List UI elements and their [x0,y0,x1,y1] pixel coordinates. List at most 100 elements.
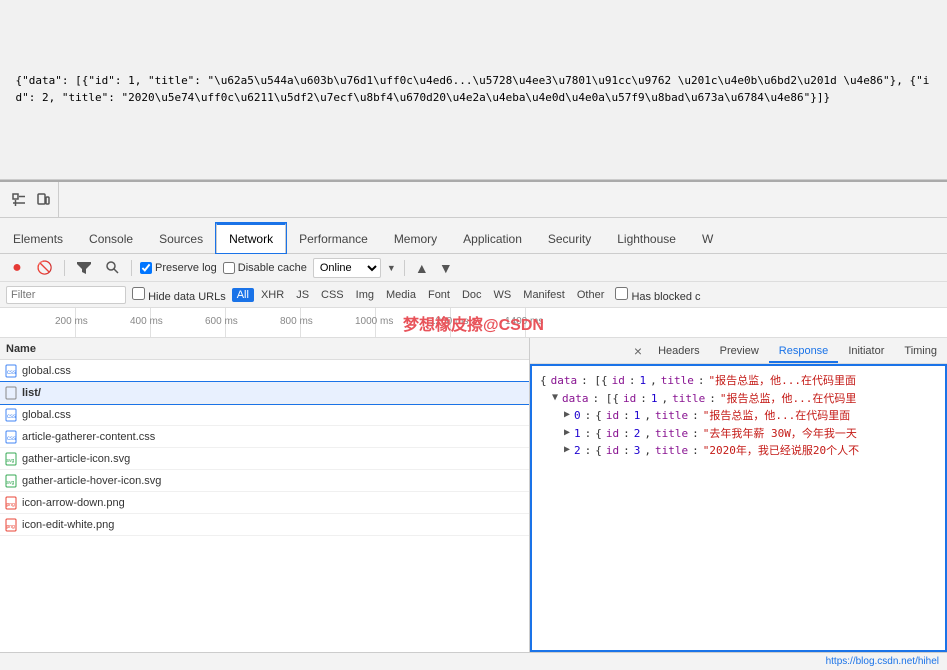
file-name: global.css [22,409,71,421]
tab-sources[interactable]: Sources [146,223,216,253]
json-line-4: ▶ 1 : { id : 2 , title : "去年我年薪 30W，今年我一… [540,425,937,443]
svg-file-icon: svg [4,474,18,488]
list-item[interactable]: css global.css [0,360,529,382]
file-list: Name css global.css list/ css global.css [0,338,530,652]
svg-text:svg: svg [7,480,15,486]
tab-memory[interactable]: Memory [381,223,450,253]
preserve-log-label[interactable]: Preserve log [140,262,217,274]
css-file-icon: css [4,408,18,422]
separator-2 [131,260,132,276]
tick-600ms: 600 ms [205,316,238,327]
inspect-icon[interactable] [8,189,30,211]
devtools-panel: Elements Console Sources Network Perform… [0,180,947,670]
list-item[interactable]: list/ [0,382,529,404]
list-item[interactable]: css global.css [0,404,529,426]
list-item[interactable]: png icon-edit-white.png [0,514,529,536]
filter-bar: Hide data URLs All XHR JS CSS Img Media … [0,282,947,308]
devtools-top-bar [0,182,947,218]
filter-js[interactable]: JS [291,288,314,302]
devtools-tab-strip: Elements Console Sources Network Perform… [0,218,947,254]
svg-text:svg: svg [7,458,15,464]
status-bar: https://blog.csdn.net/hihel [0,652,947,670]
clear-icon[interactable]: 🚫 [34,257,56,279]
filter-xhr[interactable]: XHR [256,288,289,302]
device-toggle-icon[interactable] [32,189,54,211]
list-item[interactable]: svg gather-article-icon.svg [0,448,529,470]
filter-font[interactable]: Font [423,288,455,302]
tab-network[interactable]: Network [216,223,286,253]
tab-lighthouse[interactable]: Lighthouse [604,223,689,253]
page-json-content: {"data": [{"id": 1, "title": "\u62a5\u54… [4,65,944,114]
tick-1400ms: 1400 ms [505,316,543,327]
file-name: icon-arrow-down.png [22,497,125,509]
json-line-2: ▼ data : [{ id : 1 , title : "报告总监，他...在… [540,390,937,408]
close-panel-button[interactable]: × [634,343,642,359]
record-stop-icon[interactable]: ● [6,257,28,279]
response-tab-strip: × Headers Preview Response Initiator Tim… [530,338,947,364]
svg-text:css: css [7,370,16,376]
file-name: article-gatherer-content.css [22,431,155,443]
throttle-select[interactable]: Online Fast 3G Slow 3G Offline [313,258,381,278]
tick-1000ms: 1000 ms [355,316,393,327]
file-list-header: Name [0,338,529,360]
tab-more[interactable]: W [689,223,726,253]
disable-cache-checkbox[interactable] [223,262,235,274]
separator-3 [404,260,405,276]
filter-input[interactable] [6,286,126,304]
devtools-left-icons [4,182,59,217]
tick-1200ms: 1200 ms [430,316,468,327]
file-name: global.css [22,365,71,377]
import-icon[interactable]: ▲ [413,259,431,277]
svg-text:css: css [7,436,16,442]
filter-ws[interactable]: WS [489,288,517,302]
has-blocked-label[interactable]: Has blocked c [615,287,700,303]
search-icon[interactable] [101,257,123,279]
png-file-icon: png [4,518,18,532]
svg-text:css: css [7,414,16,420]
filter-manifest[interactable]: Manifest [518,288,570,302]
timeline-bar: 200 ms 400 ms 600 ms 800 ms 1000 ms 1200… [0,308,947,338]
response-tab-preview[interactable]: Preview [710,341,769,363]
response-content-area: { data : [{ id : 1 , title : "报告总监，他...在… [530,364,947,652]
response-tab-initiator[interactable]: Initiator [838,341,894,363]
list-item[interactable]: png icon-arrow-down.png [0,492,529,514]
file-name: gather-article-hover-icon.svg [22,475,161,487]
has-blocked-checkbox[interactable] [615,287,628,300]
hide-data-urls-label[interactable]: Hide data URLs [132,287,226,303]
response-tab-response[interactable]: Response [769,341,839,363]
filter-media[interactable]: Media [381,288,421,302]
response-tab-timing[interactable]: Timing [894,341,947,363]
css-file-icon: css [4,364,18,378]
json-line-1: { data : [{ id : 1 , title : "报告总监，他...在… [540,372,937,390]
export-icon[interactable]: ▼ [437,259,455,277]
filter-css[interactable]: CSS [316,288,349,302]
response-tab-headers[interactable]: Headers [648,341,710,363]
tab-performance[interactable]: Performance [286,223,381,253]
page-file-icon [4,386,18,400]
filter-types: All XHR JS CSS Img Media Font Doc WS Man… [232,288,610,302]
filter-icon[interactable] [73,257,95,279]
list-item[interactable]: css article-gatherer-content.css [0,426,529,448]
list-item[interactable]: svg gather-article-hover-icon.svg [0,470,529,492]
preserve-log-checkbox[interactable] [140,262,152,274]
tick-200ms: 200 ms [55,316,88,327]
filter-other[interactable]: Other [572,288,610,302]
network-controls-bar: ● 🚫 Preserve log Disable cache Online Fa… [0,254,947,282]
filter-img[interactable]: Img [351,288,379,302]
svg-text:png: png [7,502,16,508]
filter-doc[interactable]: Doc [457,288,487,302]
response-panel: × Headers Preview Response Initiator Tim… [530,338,947,652]
disable-cache-label[interactable]: Disable cache [223,262,307,274]
hide-data-urls-checkbox[interactable] [132,287,145,300]
url-hint: https://blog.csdn.net/hihel [826,656,939,667]
throttle-dropdown-icon: ▼ [387,263,396,273]
tab-console[interactable]: Console [76,223,146,253]
file-name: icon-edit-white.png [22,519,114,531]
tab-security[interactable]: Security [535,223,604,253]
file-name: gather-article-icon.svg [22,453,130,465]
tab-elements[interactable]: Elements [0,223,76,253]
main-content-area: Name css global.css list/ css global.css [0,338,947,652]
json-line-3: ▶ 0 : { id : 1 , title : "报告总监，他...在代码里面 [540,407,937,425]
tab-application[interactable]: Application [450,223,535,253]
filter-all[interactable]: All [232,288,254,302]
